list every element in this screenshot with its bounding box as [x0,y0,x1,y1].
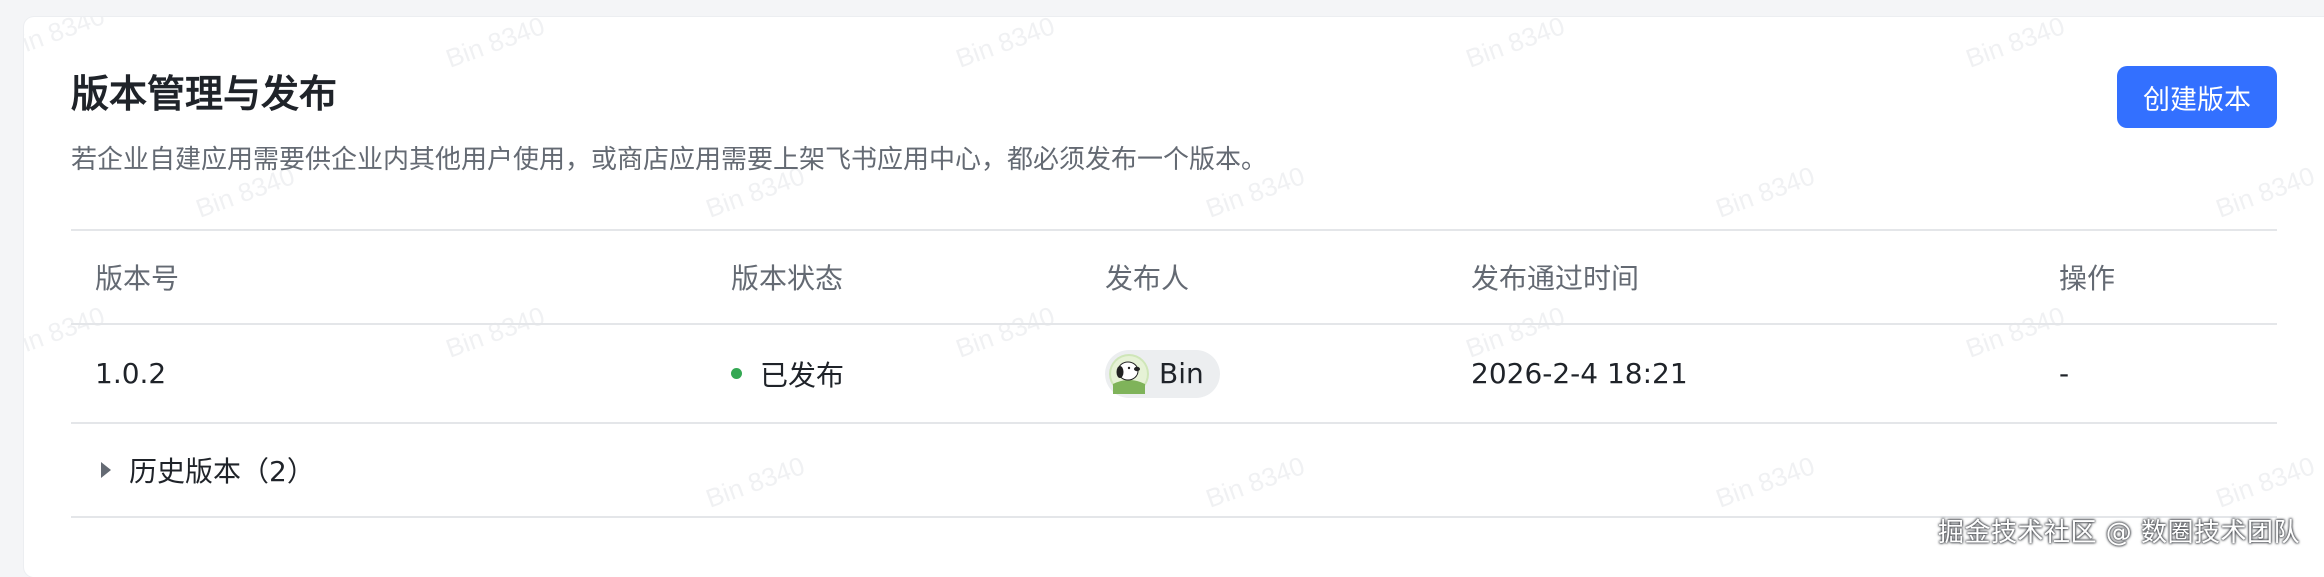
version-table: 版本号 版本状态 发布人 发布通过时间 操作 1.0.2 已发布 Bin 202… [71,229,2277,518]
page-title: 版本管理与发布 [71,72,338,116]
history-cell: 历史版本（2） [87,424,315,516]
watermark: Bin 8340 [24,17,109,64]
history-versions-toggle[interactable]: 历史版本（2） [87,450,315,490]
footer-watermark-note: 掘金技术社区 @ 数圈技术团队 [1937,518,2300,548]
publisher-chip[interactable]: Bin [1105,349,1220,398]
watermark: Bin 8340 [951,17,1059,74]
column-header-actions: 操作 [2059,262,2116,295]
status-dot-icon [731,368,742,379]
table-row: 1.0.2 已发布 Bin 2026-2-4 18:21 - [71,323,2277,422]
create-version-button[interactable]: 创建版本 [2117,66,2277,128]
table-header-row: 版本号 版本状态 发布人 发布通过时间 操作 [71,229,2277,323]
caret-right-icon [101,462,111,478]
column-header-publisher: 发布人 [1105,262,1190,295]
status-cell: 已发布 [731,325,844,422]
watermark: Bin 8340 [1711,160,1819,224]
column-header-version: 版本号 [95,262,180,295]
watermark: Bin 8340 [441,17,549,74]
action-cell: - [2059,357,2070,390]
watermark: Bin 8340 [2211,160,2319,224]
approved-time: 2026-2-4 18:21 [1471,357,1688,390]
watermark: Bin 8340 [1461,17,1569,74]
status-label: 已发布 [760,358,845,392]
publisher-cell: Bin [1105,325,1220,422]
history-versions-label: 历史版本（2） [129,455,315,488]
watermark: Bin 8340 [1961,17,2069,74]
version-number: 1.0.2 [95,357,167,390]
history-versions-row: 历史版本（2） [71,422,2277,518]
page-description: 若企业自建应用需要供企业内其他用户使用，或商店应用需要上架飞书应用中心，都必须发… [71,145,1268,175]
snoopy-avatar-icon [1109,353,1149,394]
publisher-name: Bin [1159,357,1204,390]
column-header-approved-time: 发布通过时间 [1471,262,1640,295]
column-header-status: 版本状态 [731,262,844,295]
